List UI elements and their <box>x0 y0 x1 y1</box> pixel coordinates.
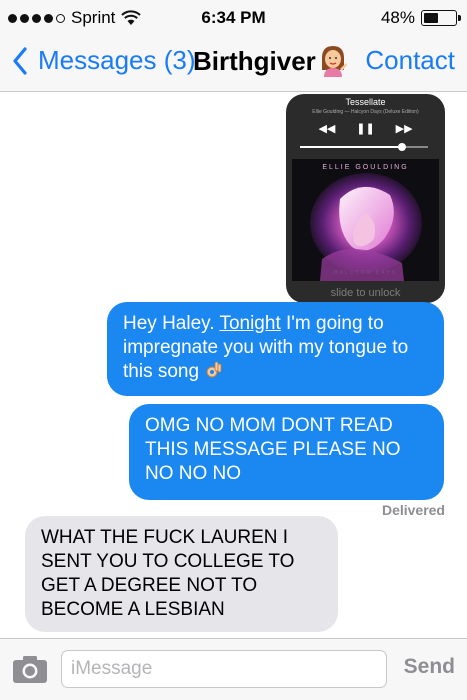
message-link[interactable]: Tonight <box>219 313 280 334</box>
fast-forward-icon: ▶▶ <box>395 123 413 135</box>
image-attachment[interactable]: Tessellate Ellie Goulding — Halcyon Days… <box>286 94 445 303</box>
navigation-bar: Messages (3) Birthgiver Contact <box>0 36 467 92</box>
rewind-icon: ◀◀ <box>318 123 336 135</box>
ok-hand-emoji-icon <box>206 361 222 378</box>
message-composer: Send <box>0 638 467 700</box>
volume-knob <box>398 143 407 151</box>
album-art: ELLIE GOULDING HALCYON DAYS <box>292 159 439 281</box>
album-name-text: HALCYON DAYS <box>334 270 397 276</box>
received-message-bubble[interactable]: WHAT THE FUCK LAUREN I SENT YOU TO COLLE… <box>25 516 338 632</box>
chevron-left-icon <box>13 46 27 75</box>
battery-group: 48% <box>380 8 461 28</box>
battery-percent: 48% <box>380 8 415 27</box>
back-button[interactable]: Messages (3) <box>12 45 196 76</box>
back-label: Messages (3) <box>38 45 196 75</box>
message-text: OMG NO MOM DONT READ THIS MESSAGE PLEASE… <box>145 415 401 484</box>
woman-tipping-hand-emoji-icon <box>321 46 347 77</box>
slide-to-unlock-text: slide to unlock <box>330 287 401 299</box>
pause-icon: ❚❚ <box>356 123 375 135</box>
sent-message-bubble[interactable]: OMG NO MOM DONT READ THIS MESSAGE PLEASE… <box>129 404 444 500</box>
album-artist-text: ELLIE GOULDING <box>322 164 409 171</box>
status-bar: Sprint 6:34 PM 48% <box>0 0 467 36</box>
message-thread[interactable]: Tessellate Ellie Goulding — Halcyon Days… <box>0 92 467 638</box>
message-text: Hey Haley. <box>123 313 220 334</box>
message-text: WHAT THE FUCK LAUREN I SENT YOU TO COLLE… <box>41 527 295 620</box>
battery-fill <box>424 13 439 23</box>
album-art-image <box>292 159 439 281</box>
volume-slider <box>300 143 428 151</box>
send-button[interactable]: Send <box>404 655 455 679</box>
now-playing-subtitle: Ellie Goulding — Halcyon Days (Deluxe Ed… <box>312 109 419 115</box>
volume-fill <box>300 146 403 148</box>
now-playing-title: Tessellate <box>345 97 386 107</box>
camera-icon[interactable] <box>12 654 48 684</box>
message-input[interactable] <box>61 650 387 688</box>
delivered-receipt: Delivered <box>381 502 445 518</box>
contact-name: Birthgiver <box>193 45 316 76</box>
sent-message-bubble[interactable]: Hey Haley. Tonight I'm going to impregna… <box>107 302 444 396</box>
contact-button[interactable]: Contact <box>365 45 455 76</box>
battery-icon <box>421 10 461 26</box>
conversation-title: Birthgiver <box>193 45 348 77</box>
playback-controls: ◀◀ ❚❚ ▶▶ <box>286 122 445 135</box>
